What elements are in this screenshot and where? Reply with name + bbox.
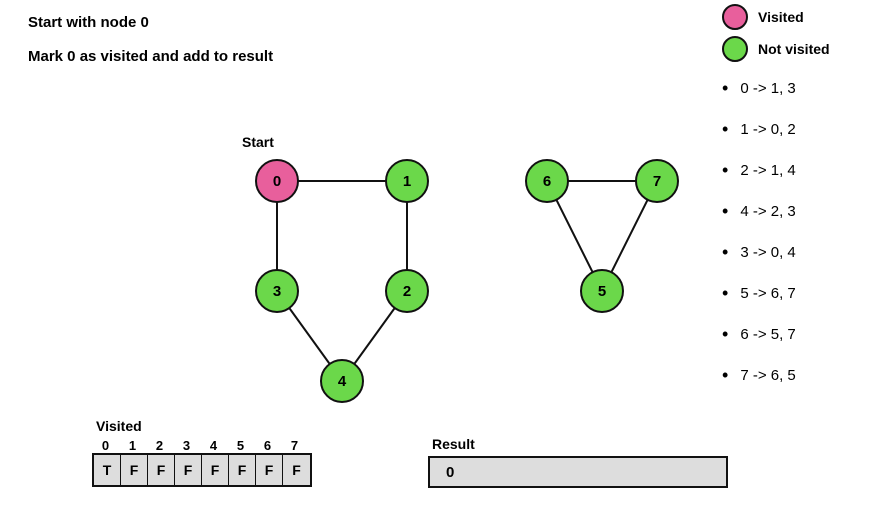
graph-node-6: 6 — [525, 159, 569, 203]
graph-node-3: 3 — [255, 269, 299, 313]
graph-node-2: 2 — [385, 269, 429, 313]
graph-edges — [0, 0, 880, 508]
graph-node-7: 7 — [635, 159, 679, 203]
graph-node-1: 1 — [385, 159, 429, 203]
graph-node-5: 5 — [580, 269, 624, 313]
graph-node-4: 4 — [320, 359, 364, 403]
graph-node-0: 0 — [255, 159, 299, 203]
